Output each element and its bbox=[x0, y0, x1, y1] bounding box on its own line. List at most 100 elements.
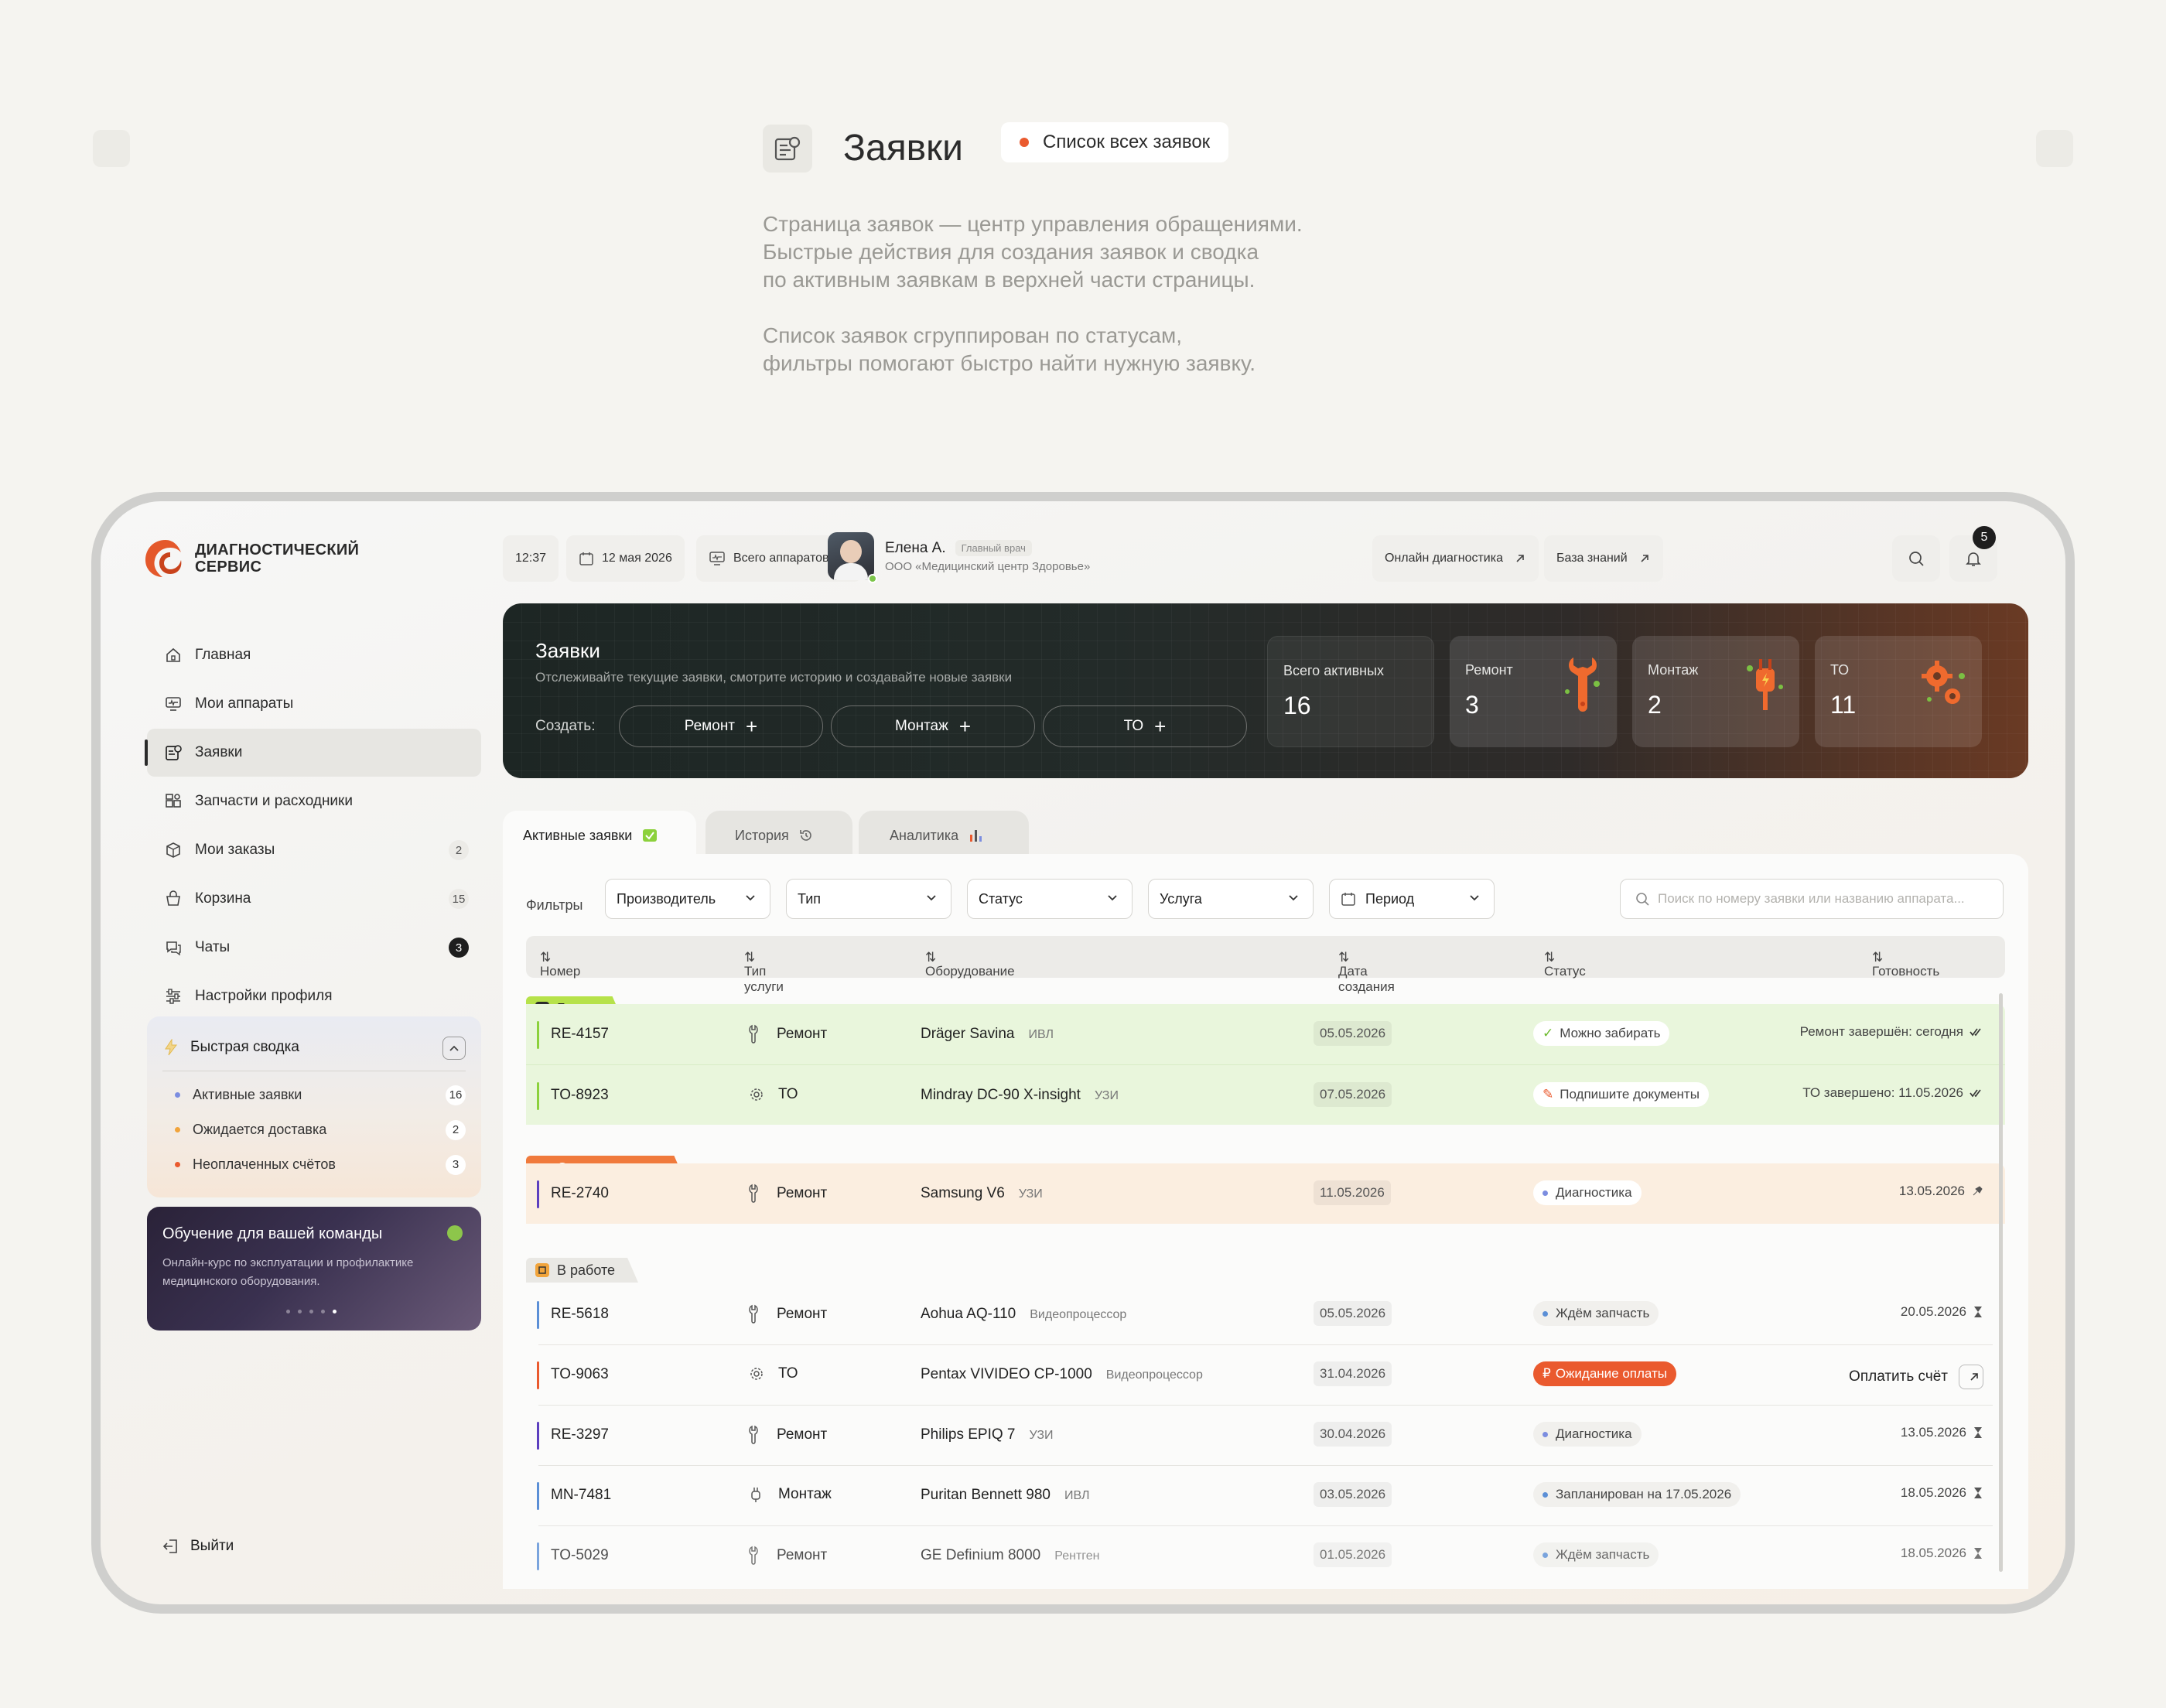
create-repair-button[interactable]: Ремонт + bbox=[619, 705, 823, 747]
filter-period[interactable]: Период bbox=[1329, 879, 1495, 919]
carousel-dot[interactable] bbox=[309, 1310, 313, 1313]
column-header-service[interactable]: Тип услуги ⇅ bbox=[744, 950, 784, 994]
summary-row-active[interactable]: Активные заявки 16 bbox=[162, 1078, 466, 1112]
row-service: Ремонт bbox=[747, 1024, 827, 1044]
sliders-icon bbox=[162, 986, 184, 1007]
status-badge: Запланирован на 17.05.2026 bbox=[1533, 1482, 1741, 1507]
row-readiness: 13.05.2026 bbox=[1899, 1184, 1983, 1199]
brand-logo[interactable]: ДИАГНОСТИЧЕСКИЙ СЕРВИС bbox=[142, 537, 359, 580]
column-header-date[interactable]: Дата создания ⇅ bbox=[1338, 950, 1395, 994]
filter-status[interactable]: Статус bbox=[967, 879, 1133, 919]
table-row[interactable]: RE-4157 Ремонт Dräger Savina ИВЛ 05.05.20… bbox=[526, 1004, 2005, 1064]
sidebar-item-home[interactable]: Главная bbox=[147, 631, 481, 679]
stat-repair[interactable]: Ремонт 3 bbox=[1450, 636, 1617, 747]
tab-analytics[interactable]: Аналитика bbox=[859, 811, 1029, 860]
row-equipment: Mindray DC-90 X-insight УЗИ bbox=[921, 1087, 1119, 1104]
tab-history[interactable]: История bbox=[705, 811, 852, 860]
summary-label: Неоплаченных счётов bbox=[193, 1156, 336, 1172]
arrow-up-right-icon bbox=[1516, 555, 1524, 562]
sidebar-item-orders[interactable]: Мои заказы 2 bbox=[147, 826, 481, 874]
done-check-icon bbox=[1970, 1089, 1981, 1098]
logout-button[interactable]: Выйти bbox=[162, 1538, 234, 1555]
sidebar-item-chats[interactable]: Чаты 3 bbox=[147, 924, 481, 972]
sidebar-item-devices[interactable]: Мои аппараты bbox=[147, 680, 481, 728]
training-promo-card[interactable]: Обучение для вашей команды Онлайн-курс п… bbox=[147, 1207, 481, 1331]
plus-icon: + bbox=[1154, 715, 1167, 738]
status-badge: ₽ Ожидание оплаты bbox=[1533, 1361, 1677, 1386]
table-row[interactable]: TO-9063 ТО Pentax VIVIDEO CP-1000 Видеопр… bbox=[526, 1344, 2005, 1405]
chevron-down-icon bbox=[1289, 895, 1298, 901]
chat-bubble-icon bbox=[447, 1225, 463, 1241]
plus-icon: + bbox=[746, 715, 758, 738]
table-row[interactable]: TO-8923 ТО Mindray DC-90 X-insight УЗИ 07… bbox=[526, 1064, 2005, 1125]
gears-icon bbox=[1922, 661, 1965, 704]
table-row[interactable]: RE-3297 Ремонт Philips EPIQ 7 УЗИ 30.04.2… bbox=[526, 1405, 2005, 1465]
carousel-dot[interactable] bbox=[333, 1310, 337, 1313]
summary-row-unpaid[interactable]: Неоплаченных счётов 3 bbox=[162, 1147, 466, 1182]
table-row[interactable]: TO-5029 Ремонт GE Definium 8000 Рентген 0… bbox=[526, 1525, 2005, 1586]
summary-title: Быстрая сводка bbox=[190, 1039, 299, 1055]
brand-line: ДИАГНОСТИЧЕСКИЙ bbox=[195, 541, 360, 559]
create-install-button[interactable]: Монтаж + bbox=[831, 705, 1035, 747]
carousel-dots[interactable] bbox=[286, 1310, 337, 1313]
row-service: ТО bbox=[747, 1365, 798, 1383]
carousel-dot[interactable] bbox=[321, 1310, 325, 1313]
history-icon bbox=[800, 830, 811, 841]
readiness-label: Оплатить счёт bbox=[1849, 1368, 1948, 1385]
equipment-category: УЗИ bbox=[1094, 1089, 1119, 1102]
tablet-frame: ДИАГНОСТИЧЕСКИЙ СЕРВИС Главная Мои аппара… bbox=[91, 492, 2075, 1614]
column-header-number[interactable]: Номер ⇅ bbox=[540, 950, 580, 979]
column-label: Тип услуги bbox=[744, 964, 784, 994]
equipment-category: ИВЛ bbox=[1028, 1028, 1054, 1041]
filter-manufacturer[interactable]: Производитель bbox=[605, 879, 770, 919]
table-row[interactable]: RE-2740 Ремонт Samsung V6 УЗИ 11.05.2026 … bbox=[526, 1163, 2005, 1224]
cart-icon bbox=[162, 888, 184, 910]
tab-active-requests[interactable]: Активные заявки bbox=[503, 811, 696, 860]
service-label: Монтаж bbox=[778, 1486, 832, 1502]
stat-to[interactable]: ТО 11 bbox=[1815, 636, 1982, 747]
carousel-dot[interactable] bbox=[286, 1310, 290, 1313]
status-label: Диагностика bbox=[1556, 1185, 1632, 1200]
corner-placeholder-left bbox=[93, 130, 130, 167]
equipment-category: Рентген bbox=[1054, 1549, 1100, 1563]
user-profile[interactable]: Елена А. Главный врач ООО «Медицинский це… bbox=[828, 532, 1090, 583]
carousel-dot[interactable] bbox=[298, 1310, 302, 1313]
row-date: 05.05.2026 bbox=[1314, 1301, 1392, 1326]
online-diagnostics-link[interactable]: Онлайн диагностика bbox=[1372, 535, 1539, 582]
tab-label: Активные заявки bbox=[523, 827, 633, 843]
row-number: TO-8923 bbox=[551, 1087, 609, 1103]
brand-line: СЕРВИС bbox=[195, 559, 262, 576]
hourglass-icon bbox=[1974, 1548, 1982, 1559]
knowledge-base-link[interactable]: База знаний bbox=[1544, 535, 1663, 582]
online-indicator bbox=[868, 574, 877, 583]
stat-label: Всего активных bbox=[1283, 663, 1385, 678]
table-row[interactable]: RE-5618 Ремонт Aohua AQ-110 Видеопроцессо… bbox=[526, 1284, 2005, 1344]
sidebar-item-cart[interactable]: Корзина 15 bbox=[147, 875, 481, 923]
column-header-readiness[interactable]: Готовность ⇅ bbox=[1872, 950, 1939, 979]
create-to-button[interactable]: ТО + bbox=[1043, 705, 1247, 747]
sidebar-item-settings[interactable]: Настройки профиля bbox=[147, 972, 481, 1020]
filter-service[interactable]: Услуга bbox=[1148, 879, 1314, 919]
stat-install[interactable]: Монтаж 2 bbox=[1632, 636, 1799, 747]
equipment-name: Dräger Savina bbox=[921, 1026, 1015, 1042]
button-label: Ремонт bbox=[684, 718, 736, 734]
avatar bbox=[828, 532, 874, 580]
row-date: 01.05.2026 bbox=[1314, 1542, 1392, 1567]
table-scrollbar[interactable] bbox=[1999, 993, 2003, 1572]
date-chip: 12 мая 2026 bbox=[566, 535, 685, 582]
sidebar-item-requests[interactable]: Заявки bbox=[145, 729, 481, 777]
column-header-status[interactable]: Статус ⇅ bbox=[1544, 950, 1586, 979]
sidebar-item-parts[interactable]: Запчасти и расходники bbox=[147, 777, 481, 825]
search-button[interactable] bbox=[1892, 535, 1940, 582]
collapse-summary-button[interactable] bbox=[442, 1037, 466, 1060]
column-header-equipment[interactable]: Оборудование ⇅ bbox=[925, 950, 1015, 979]
filter-type[interactable]: Тип bbox=[786, 879, 951, 919]
table-row[interactable]: MN-7481 Монтаж Puritan Bennett 980 ИВЛ 03… bbox=[526, 1465, 2005, 1525]
summary-row-delivery[interactable]: Ожидается доставка 2 bbox=[162, 1112, 466, 1147]
status-label: Подпишите документы bbox=[1560, 1087, 1700, 1102]
stat-total-active[interactable]: Всего активных 16 bbox=[1267, 636, 1434, 747]
bar-chart-icon bbox=[970, 830, 982, 842]
pay-invoice-button[interactable]: Оплатить счёт bbox=[1849, 1365, 1983, 1389]
row-readiness: 18.05.2026 bbox=[1901, 1546, 1983, 1561]
search-input[interactable]: Поиск по номеру заявки или названию аппа… bbox=[1620, 879, 2004, 919]
